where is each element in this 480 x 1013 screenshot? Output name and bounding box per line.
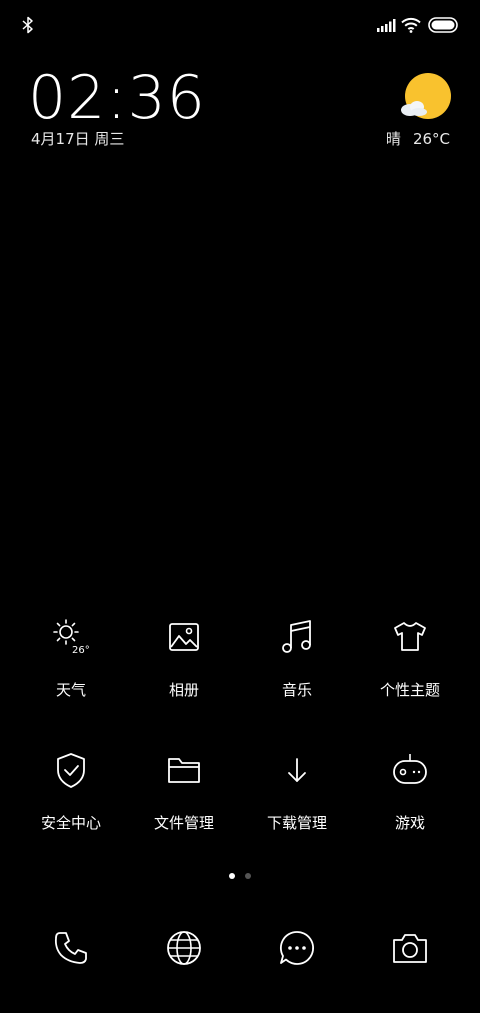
app-label: 个性主题	[379, 681, 440, 699]
battery-icon	[428, 17, 458, 33]
app-games[interactable]: 游戏	[355, 750, 465, 833]
sun-cloud-icon[interactable]	[400, 72, 452, 124]
music-icon	[282, 620, 311, 653]
weather-summary[interactable]: 晴 26°C	[386, 128, 450, 149]
app-music[interactable]: 音乐	[242, 617, 352, 700]
clock-time[interactable]: 02:36	[28, 66, 206, 130]
folder-icon	[168, 758, 200, 783]
bluetooth-icon	[22, 16, 33, 34]
weather-icon-temp: 26°	[72, 645, 90, 656]
app-security-center[interactable]: 安全中心	[16, 750, 126, 833]
clock-date[interactable]: 4月17日 周三	[31, 128, 124, 149]
app-weather[interactable]: 26° 天气	[16, 617, 126, 700]
app-label: 相册	[168, 681, 199, 699]
cellular-signal-icon	[377, 19, 396, 32]
gallery-icon	[169, 623, 199, 651]
page-indicator-dot[interactable]	[245, 873, 251, 879]
app-gallery[interactable]: 相册	[129, 617, 239, 700]
game-controller-icon	[393, 754, 427, 784]
phone-icon[interactable]	[51, 928, 91, 968]
app-file-manager[interactable]: 文件管理	[129, 750, 239, 833]
weather-temperature: 26°C	[412, 130, 450, 148]
app-label: 音乐	[281, 681, 312, 699]
app-label: 文件管理	[153, 814, 214, 832]
browser-globe-icon[interactable]	[164, 928, 204, 968]
app-themes[interactable]: 个性主题	[355, 617, 465, 700]
messages-icon[interactable]	[277, 928, 317, 968]
weather-condition: 晴	[385, 130, 401, 148]
app-label: 游戏	[394, 814, 425, 832]
app-label: 下载管理	[266, 814, 327, 832]
page-indicator-dot-active[interactable]	[229, 873, 235, 879]
app-label: 天气	[55, 681, 86, 699]
security-shield-icon	[57, 753, 85, 788]
weather-icon: 26°	[53, 619, 90, 656]
wifi-icon	[401, 17, 421, 33]
app-label: 安全中心	[40, 814, 101, 832]
download-icon	[288, 758, 306, 782]
theme-shirt-icon	[394, 622, 426, 651]
camera-icon[interactable]	[390, 928, 430, 968]
app-download-manager[interactable]: 下载管理	[242, 750, 352, 833]
